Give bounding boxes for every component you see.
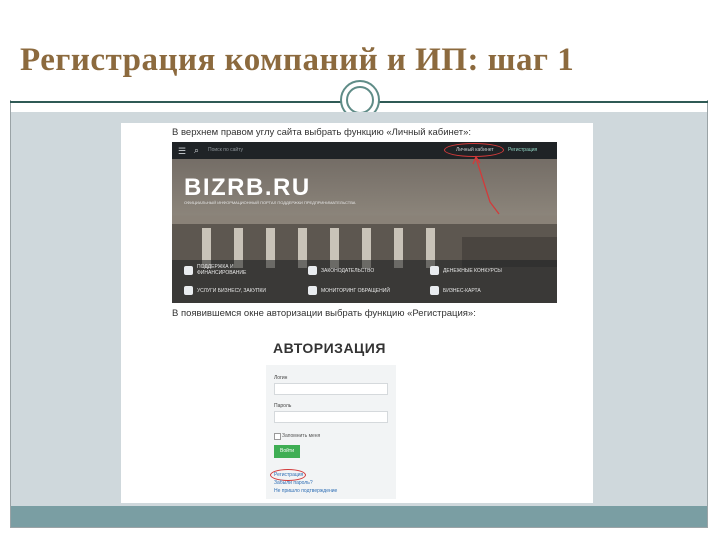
site-logo[interactable]: BIZRB.RU (184, 174, 311, 202)
card-contests-label: ДЕНЕЖНЫЕ КОНКУРСЫ (443, 267, 502, 274)
card-support[interactable]: ПОДДЕРЖКА И ФИНАНСИРОВАНИЕ (184, 264, 259, 276)
document-screenshot: В верхнем правом углу сайта выбрать функ… (121, 123, 593, 503)
card-business-map[interactable]: БИЗНЕС-КАРТА (430, 286, 481, 295)
auth-title: АВТОРИЗАЦИЯ (273, 340, 386, 356)
card-legislation[interactable]: ЗАКОНОДАТЕЛЬСТВО (308, 266, 374, 275)
remember-checkbox[interactable] (274, 433, 281, 440)
legislation-icon (308, 266, 317, 275)
support-icon (184, 265, 193, 275)
services-icon (184, 286, 193, 295)
login-label: Логин (274, 375, 288, 381)
card-legislation-label: ЗАКОНОДАТЕЛЬСТВО (321, 267, 375, 274)
no-confirmation-link[interactable]: Не пришло подтверждение (274, 488, 337, 494)
card-monitoring[interactable]: МОНИТОРИНГ ОБРАЩЕНИЙ (308, 286, 390, 295)
card-services-label: УСЛУГИ БИЗНЕСУ, ЗАКУПКИ (197, 287, 266, 294)
password-input[interactable] (274, 411, 388, 423)
monitoring-icon (308, 286, 317, 295)
card-monitoring-label: МОНИТОРИНГ ОБРАЩЕНИЙ (321, 287, 390, 294)
site-logo-subtitle: ОФИЦИАЛЬНЫЙ ИНФОРМАЦИОННЫЙ ПОРТАЛ ПОДДЕР… (184, 200, 356, 205)
caption-step-cabinet: В верхнем правом углу сайта выбрать функ… (172, 127, 472, 138)
medallion-inner-ring (346, 86, 374, 114)
forgot-password-link[interactable]: Забыли пароль? (274, 480, 313, 486)
login-input[interactable] (274, 383, 388, 395)
card-business-map-label: БИЗНЕС-КАРТА (443, 287, 481, 294)
card-support-label: ПОДДЕРЖКА И ФИНАНСИРОВАНИЕ (197, 264, 247, 276)
footer-bar (11, 506, 707, 527)
website-screenshot: ☰ ⌕ Поиск по сайту Личный кабинет Регист… (172, 142, 557, 303)
caption-step-register: В появившемся окне авторизации выбрать ф… (172, 308, 476, 319)
remember-label: Запомнить меня (282, 433, 321, 439)
map-icon (430, 286, 439, 295)
slide-title: Регистрация компаний и ИП: шаг 1 (20, 42, 575, 78)
login-button[interactable]: Войти (274, 445, 300, 458)
service-cards: ПОДДЕРЖКА И ФИНАНСИРОВАНИЕ ЗАКОНОДАТЕЛЬС… (172, 260, 557, 303)
auth-form: Логин Пароль Запомнить меня Войти Регист… (266, 365, 396, 499)
password-label: Пароль (274, 403, 292, 409)
card-services[interactable]: УСЛУГИ БИЗНЕСУ, ЗАКУПКИ (184, 286, 266, 295)
card-contests[interactable]: ДЕНЕЖНЫЕ КОНКУРСЫ (430, 266, 502, 275)
contests-icon (430, 266, 439, 275)
